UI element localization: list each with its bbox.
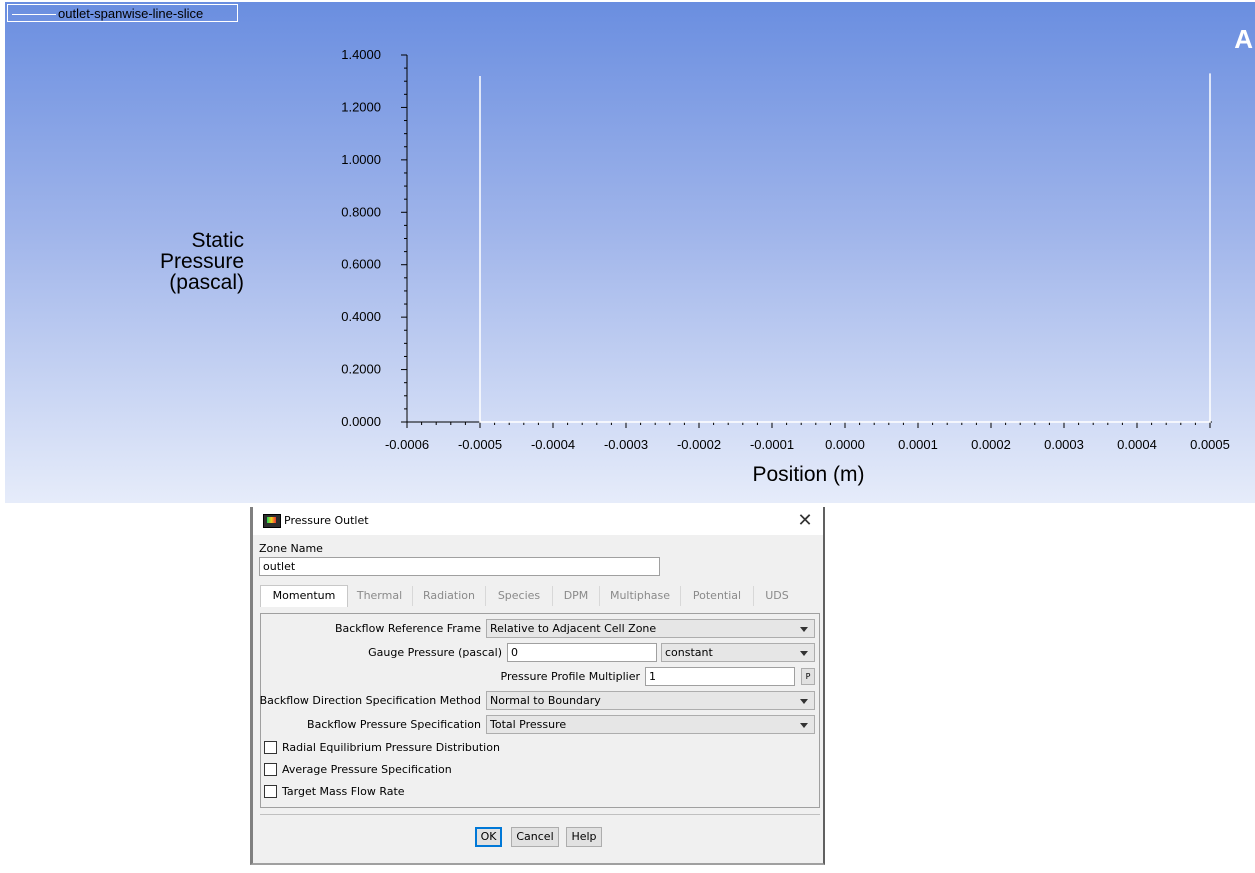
x-tick-label: -0.0001	[750, 437, 794, 452]
tab-thermal[interactable]: Thermal	[347, 586, 413, 606]
chevron-down-icon	[800, 651, 808, 656]
series-line	[479, 73, 1211, 423]
gauge-pressure-method-value: constant	[665, 646, 713, 659]
dialog-title: Pressure Outlet	[284, 514, 369, 527]
static-pressure-chart: 0.0000 0.2000 0.4000 0.6000 0.8000 1.0000 1.20…	[160, 47, 1230, 486]
tab-multiphase[interactable]: Multiphase	[600, 586, 681, 606]
gauge-pressure-label: Gauge Pressure (pascal)	[368, 646, 502, 659]
y-tick-label: 1.2000	[341, 99, 381, 114]
y-tick-label: 0.2000	[341, 362, 381, 377]
pressure-profile-multiplier-input[interactable]: 1	[645, 667, 795, 686]
y-axis-title-line: (pascal)	[169, 271, 244, 294]
x-tick-label: 0.0001	[898, 437, 938, 452]
radial-equilibrium-checkbox[interactable]	[264, 741, 277, 754]
x-tick-label: -0.0005	[458, 437, 502, 452]
x-tick-label: -0.0004	[531, 437, 575, 452]
x-tick-label: 0.0005	[1190, 437, 1230, 452]
target-mass-flow-label: Target Mass Flow Rate	[282, 785, 405, 798]
dialog-separator	[260, 814, 820, 815]
y-axis-title-line: Pressure	[160, 250, 244, 273]
corner-letter: A	[1234, 24, 1253, 54]
dialog-titlebar[interactable]: Pressure Outlet ✕	[253, 507, 823, 535]
tab-radiation[interactable]: Radiation	[413, 586, 486, 606]
tab-dpm[interactable]: DPM	[553, 586, 600, 606]
y-tick-label: 0.8000	[341, 204, 381, 219]
zone-name-label: Zone Name	[259, 542, 323, 555]
average-pressure-label: Average Pressure Specification	[282, 763, 452, 776]
parameter-button[interactable]: P	[801, 668, 815, 685]
x-tick-label: 0.0003	[1044, 437, 1084, 452]
backflow-reference-frame-label: Backflow Reference Frame	[334, 622, 481, 635]
close-icon[interactable]: ✕	[793, 509, 817, 533]
y-axis-title-line: Static	[191, 229, 244, 252]
backflow-reference-frame-value: Relative to Adjacent Cell Zone	[490, 622, 657, 635]
help-button[interactable]: Help	[566, 827, 602, 847]
x-tick-label: 0.0000	[825, 437, 865, 452]
tab-momentum[interactable]: Momentum	[260, 585, 348, 607]
y-tick-label: 0.4000	[341, 309, 381, 324]
radial-equilibrium-label: Radial Equilibrium Pressure Distribution	[282, 741, 500, 754]
legend-line-swatch	[12, 14, 56, 15]
backflow-pressure-select[interactable]: Total Pressure	[486, 715, 815, 734]
y-tick-label: 1.0000	[341, 152, 381, 167]
chevron-down-icon	[800, 627, 808, 632]
backflow-pressure-label: Backflow Pressure Specification	[307, 718, 481, 731]
backflow-direction-label: Backflow Direction Specification Method	[259, 694, 481, 707]
x-tick-label: 0.0004	[1117, 437, 1157, 452]
pressure-profile-multiplier-label: Pressure Profile Multiplier	[500, 670, 640, 683]
fluent-app-icon	[263, 514, 281, 528]
x-tick-label: -0.0006	[385, 437, 429, 452]
backflow-direction-select[interactable]: Normal to Boundary	[486, 691, 815, 710]
backflow-reference-frame-select[interactable]: Relative to Adjacent Cell Zone	[486, 619, 815, 638]
average-pressure-checkbox[interactable]	[264, 763, 277, 776]
y-tick-label: 0.0000	[341, 414, 381, 429]
gauge-pressure-input[interactable]: 0	[507, 643, 657, 662]
legend-label: outlet-spanwise-line-slice	[58, 6, 204, 21]
y-tick-label: 1.4000	[341, 47, 381, 62]
chevron-down-icon	[800, 723, 808, 728]
x-tick-label: -0.0002	[677, 437, 721, 452]
gauge-pressure-method-select[interactable]: constant	[661, 643, 815, 662]
chevron-down-icon	[800, 699, 808, 704]
xy-plot-window[interactable]: 0.0000 0.2000 0.4000 0.6000 0.8000 1.0000 1.20…	[5, 2, 1255, 503]
x-axis-title: Position (m)	[752, 463, 864, 486]
target-mass-flow-checkbox[interactable]	[264, 785, 277, 798]
zone-name-input[interactable]: outlet	[259, 557, 660, 576]
backflow-direction-value: Normal to Boundary	[490, 694, 601, 707]
backflow-pressure-value: Total Pressure	[490, 718, 567, 731]
tab-species[interactable]: Species	[486, 586, 553, 606]
boundary-tabs: Momentum Thermal Radiation Species DPM M…	[260, 585, 820, 607]
x-tick-label: -0.0003	[604, 437, 648, 452]
tab-potential[interactable]: Potential	[681, 586, 754, 606]
tab-uds[interactable]: UDS	[754, 586, 800, 606]
pressure-outlet-dialog: Pressure Outlet ✕ Zone Name outlet Momen…	[250, 507, 825, 865]
cancel-button[interactable]: Cancel	[511, 827, 559, 847]
y-tick-label: 0.6000	[341, 257, 381, 272]
plot-legend: outlet-spanwise-line-slice	[7, 4, 238, 22]
ok-button[interactable]: OK	[475, 827, 502, 847]
x-tick-label: 0.0002	[971, 437, 1011, 452]
